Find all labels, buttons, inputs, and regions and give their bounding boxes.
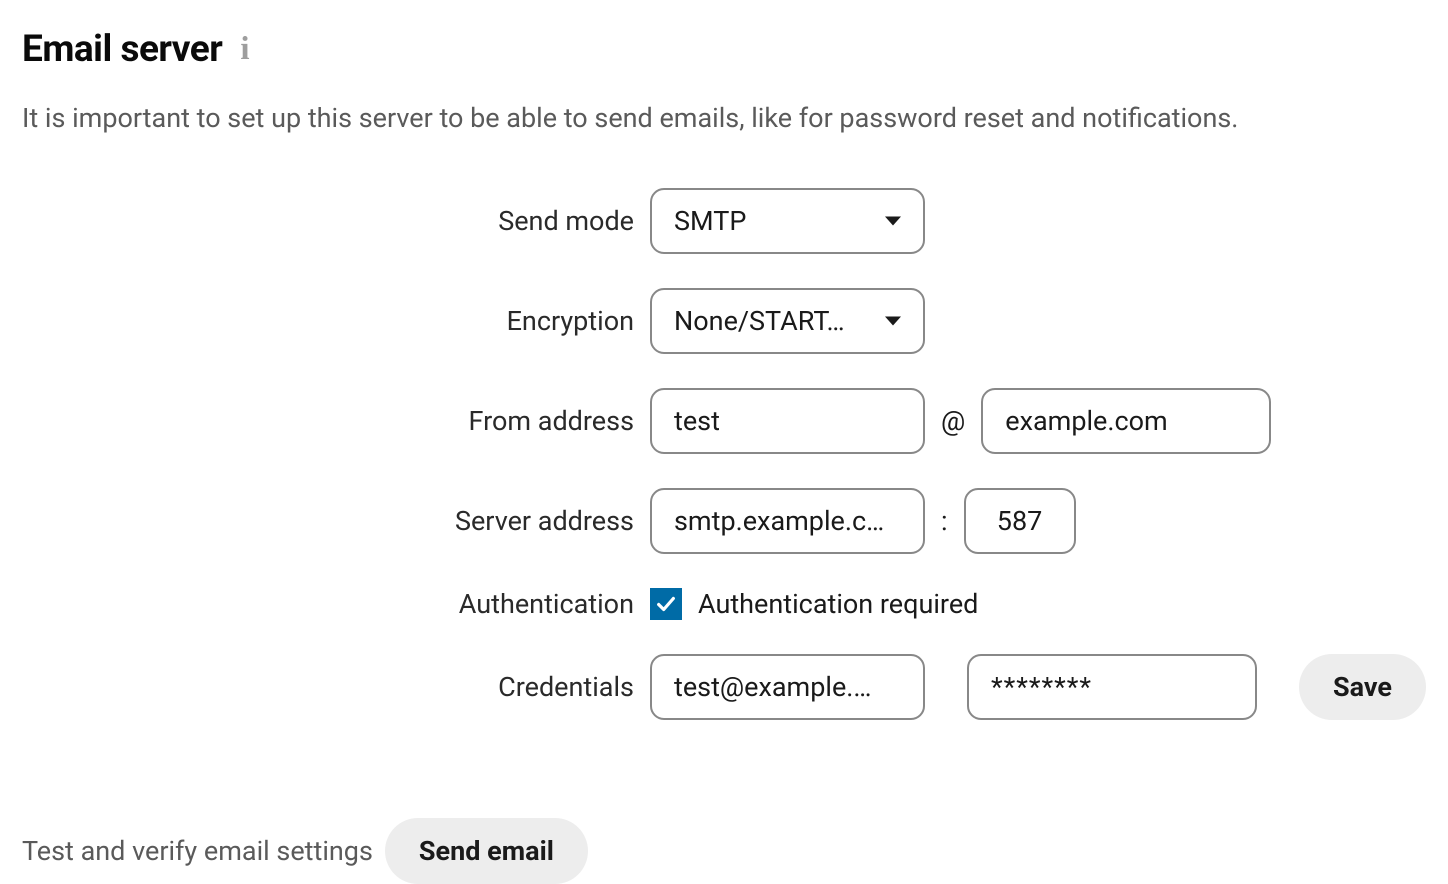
credentials-label: Credentials — [22, 671, 634, 703]
send-email-button[interactable]: Send email — [385, 818, 588, 884]
send-mode-select[interactable]: SMTP — [650, 188, 925, 254]
server-address-label: Server address — [22, 505, 634, 537]
encryption-value: None/START… — [674, 305, 873, 337]
server-host-input[interactable] — [650, 488, 925, 554]
chevron-down-icon — [885, 317, 901, 326]
send-mode-value: SMTP — [674, 205, 873, 237]
send-mode-label: Send mode — [22, 205, 634, 237]
authentication-checkbox[interactable] — [650, 588, 682, 620]
encryption-select[interactable]: None/START… — [650, 288, 925, 354]
from-address-domain-input[interactable] — [981, 388, 1271, 454]
email-server-form: Send mode SMTP Encryption None/START… Fr… — [22, 188, 1426, 720]
encryption-label: Encryption — [22, 305, 634, 337]
authentication-checkbox-label: Authentication required — [698, 588, 978, 620]
server-port-input[interactable] — [964, 488, 1076, 554]
credentials-password-input[interactable] — [967, 654, 1257, 720]
save-button[interactable]: Save — [1299, 654, 1426, 720]
test-settings-label: Test and verify email settings — [22, 835, 373, 867]
from-address-local-input[interactable] — [650, 388, 925, 454]
info-icon[interactable]: i — [240, 33, 249, 66]
at-separator: @ — [941, 405, 965, 437]
credentials-username-input[interactable] — [650, 654, 925, 720]
colon-separator: : — [941, 505, 948, 537]
authentication-label: Authentication — [22, 588, 634, 620]
chevron-down-icon — [885, 217, 901, 226]
from-address-label: From address — [22, 405, 634, 437]
check-icon — [655, 593, 677, 615]
page-description: It is important to set up this server to… — [22, 101, 1426, 136]
page-title: Email server — [22, 28, 222, 71]
